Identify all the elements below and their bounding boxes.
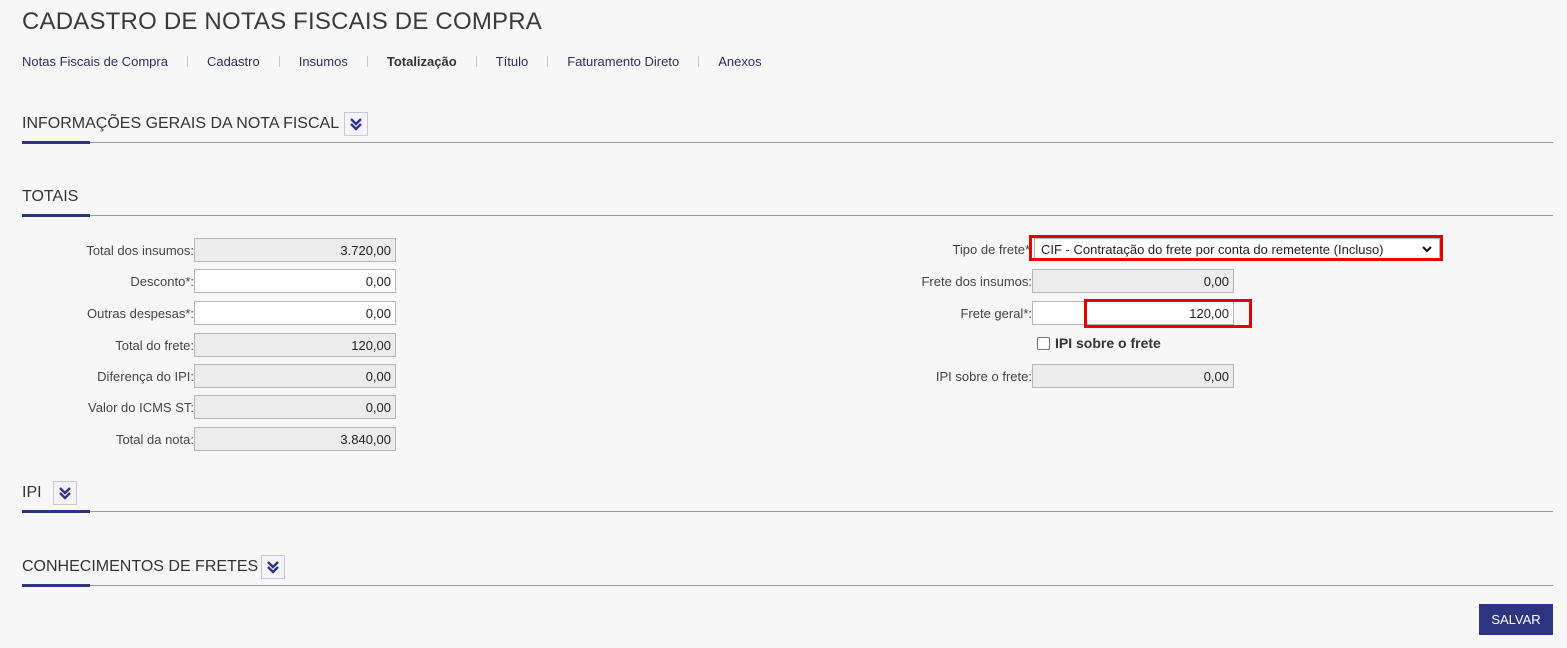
row-frete-insumos: Frete dos insumos:: [880, 269, 1234, 293]
tab-titulo[interactable]: Título: [496, 54, 529, 69]
row-total-insumos: Total dos insumos:: [22, 238, 396, 262]
double-chevron-down-icon: [267, 561, 279, 574]
tab-separator: [186, 56, 188, 67]
row-frete-geral: Frete geral*:: [880, 301, 1234, 325]
tab-separator: [278, 56, 280, 67]
section-title-conhecimentos-fretes: CONHECIMENTOS DE FRETES: [22, 558, 259, 575]
tab-faturamento-direto[interactable]: Faturamento Direto: [567, 54, 679, 69]
tab-separator: [475, 56, 477, 67]
section-accent-bar: [22, 584, 90, 587]
label-valor-icms-st: Valor do ICMS ST:: [88, 399, 194, 415]
page-title: CADASTRO DE NOTAS FISCAIS DE COMPRA: [22, 8, 542, 35]
frete-geral-input[interactable]: [1032, 301, 1234, 325]
desconto-input[interactable]: [194, 269, 396, 293]
diferenca-ipi-field: [194, 364, 396, 388]
ipi-sobre-frete-checkbox-row: IPI sobre o frete: [1037, 335, 1161, 351]
section-informacoes-gerais: INFORMAÇÕES GERAIS DA NOTA FISCAL: [22, 103, 1553, 144]
chevron-down-icon: [1422, 246, 1432, 253]
total-frete-field: [194, 333, 396, 357]
ipi-sobre-frete-checkbox-label[interactable]: IPI sobre o frete: [1055, 335, 1161, 351]
tab-bar: Notas Fiscais de Compra Cadastro Insumos…: [22, 54, 762, 69]
tab-notas-fiscais-de-compra[interactable]: Notas Fiscais de Compra: [22, 54, 168, 69]
total-nota-field: [194, 427, 396, 451]
row-outras-despesas: Outras despesas*:: [22, 301, 396, 325]
row-ipi-sobre-frete: IPI sobre o frete:: [880, 364, 1234, 388]
tab-totalizacao[interactable]: Totalização: [387, 54, 457, 69]
expand-ipi-button[interactable]: [53, 481, 77, 505]
label-frete-geral: Frete geral*:: [960, 305, 1032, 321]
label-frete-insumos: Frete dos insumos:: [921, 273, 1032, 289]
section-accent-bar: [22, 214, 90, 217]
label-outras-despesas: Outras despesas*:: [87, 305, 194, 321]
double-chevron-down-icon: [350, 118, 362, 131]
label-total-nota: Total da nota:: [115, 431, 194, 447]
tab-anexos[interactable]: Anexos: [718, 54, 761, 69]
label-ipi-sobre-frete: IPI sobre o frete:: [935, 368, 1032, 384]
valor-icms-st-field: [194, 395, 396, 419]
save-button[interactable]: SALVAR: [1479, 604, 1553, 635]
tab-separator: [366, 56, 368, 67]
section-totais: TOTAIS: [22, 176, 1553, 217]
tab-separator: [698, 56, 700, 67]
section-title-informacoes-gerais: INFORMAÇÕES GERAIS DA NOTA FISCAL: [22, 115, 340, 132]
frete-insumos-field: [1032, 269, 1234, 293]
label-tipo-frete: Tipo de frete*: [952, 242, 1030, 257]
section-conhecimentos-fretes: CONHECIMENTOS DE FRETES: [22, 546, 1553, 587]
tipo-frete-selected-value: CIF - Contratação do frete por conta do …: [1041, 241, 1384, 257]
expand-informacoes-gerais-button[interactable]: [344, 112, 368, 136]
section-title-totais: TOTAIS: [22, 188, 79, 205]
row-valor-icms-st: Valor do ICMS ST:: [22, 395, 396, 419]
row-total-frete: Total do frete:: [22, 333, 396, 357]
row-total-nota: Total da nota:: [22, 427, 396, 451]
tab-separator: [547, 56, 549, 67]
tab-cadastro[interactable]: Cadastro: [207, 54, 260, 69]
total-insumos-field: [194, 238, 396, 262]
section-accent-bar: [22, 141, 90, 144]
row-desconto: Desconto*:: [22, 269, 396, 293]
double-chevron-down-icon: [59, 487, 71, 500]
label-diferenca-ipi: Diferença do IPI:: [97, 368, 194, 384]
row-diferenca-ipi: Diferença do IPI:: [22, 364, 396, 388]
label-total-insumos: Total dos insumos:: [86, 242, 194, 258]
section-title-ipi: IPI: [22, 484, 42, 501]
tab-insumos[interactable]: Insumos: [299, 54, 348, 69]
tipo-frete-select[interactable]: CIF - Contratação do frete por conta do …: [1034, 238, 1440, 260]
ipi-sobre-frete-checkbox[interactable]: [1037, 336, 1050, 350]
section-ipi: IPI: [22, 472, 1553, 513]
expand-conhecimentos-fretes-button[interactable]: [261, 555, 285, 579]
label-desconto: Desconto*:: [130, 273, 194, 289]
label-total-frete: Total do frete:: [115, 337, 194, 353]
ipi-sobre-frete-field: [1032, 364, 1234, 388]
section-accent-bar: [22, 510, 90, 513]
outras-despesas-input[interactable]: [194, 301, 396, 325]
